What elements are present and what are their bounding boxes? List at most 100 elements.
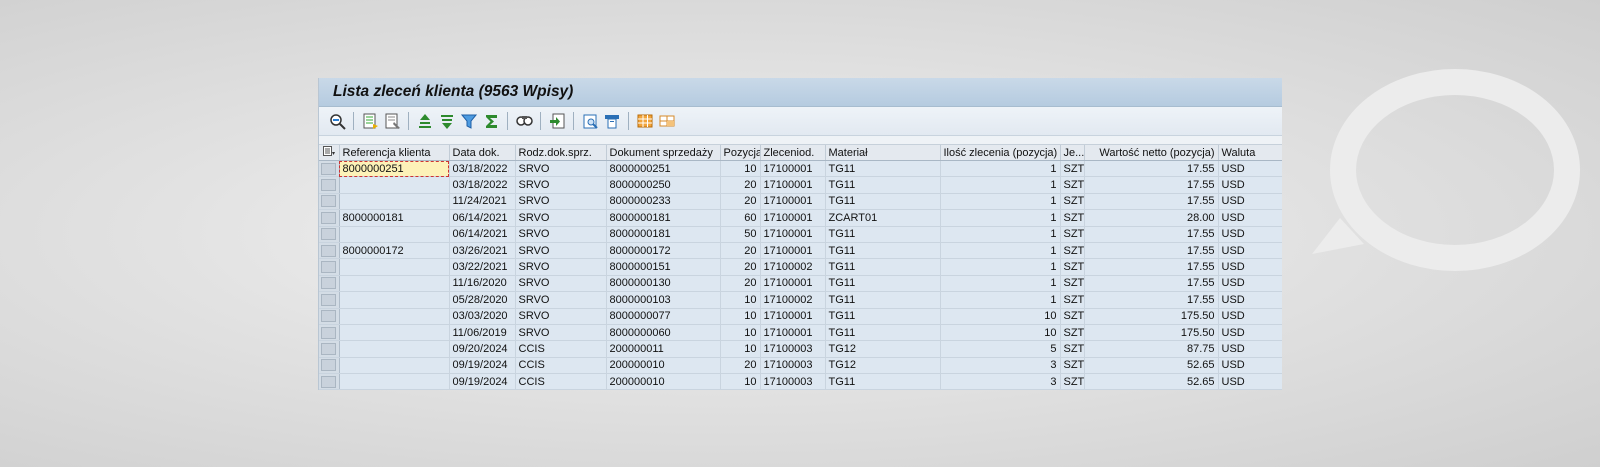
- table-cell[interactable]: TG11: [825, 176, 941, 194]
- table-cell[interactable]: 1: [940, 209, 1061, 227]
- table-cell[interactable]: CCIS: [515, 357, 607, 375]
- table-cell[interactable]: 1: [940, 291, 1061, 309]
- column-header[interactable]: Waluta: [1218, 145, 1282, 161]
- table-cell[interactable]: SZT: [1060, 373, 1085, 390]
- table-cell[interactable]: TG11: [825, 324, 941, 342]
- table-cell[interactable]: 1: [940, 193, 1061, 211]
- table-cell[interactable]: 20: [720, 193, 761, 211]
- table-cell[interactable]: 17100002: [760, 258, 826, 276]
- table-cell[interactable]: 8000000251: [606, 160, 721, 178]
- table-cell[interactable]: 11/24/2021: [449, 193, 516, 211]
- table-cell[interactable]: [339, 308, 450, 325]
- column-header[interactable]: Data dok.: [449, 145, 516, 161]
- table-cell[interactable]: 17100003: [760, 340, 826, 358]
- details-icon[interactable]: [327, 112, 346, 131]
- table-cell[interactable]: 17.55: [1084, 160, 1219, 178]
- table-cell[interactable]: 8000000151: [606, 258, 721, 276]
- table-cell[interactable]: [339, 226, 450, 243]
- table-cell[interactable]: USD: [1218, 176, 1282, 194]
- table-cell[interactable]: 60: [720, 209, 761, 227]
- column-header[interactable]: Ilość zlecenia (pozycja): [940, 145, 1061, 161]
- row-selector[interactable]: [319, 275, 340, 293]
- table-cell[interactable]: USD: [1218, 193, 1282, 211]
- column-header[interactable]: Materiał: [825, 145, 941, 161]
- table-cell[interactable]: 10: [720, 291, 761, 309]
- table-cell[interactable]: SZT: [1060, 340, 1085, 358]
- abc-analysis-icon[interactable]: [657, 112, 676, 131]
- table-row[interactable]: 06/14/2021 SRVO 8000000181 50 17100001 TG11 1 S…: [319, 226, 1282, 243]
- table-cell[interactable]: SZT: [1060, 242, 1085, 260]
- table-cell[interactable]: 09/20/2024: [449, 340, 516, 358]
- table-cell[interactable]: 8000000103: [606, 291, 721, 309]
- table-cell[interactable]: TG11: [825, 160, 941, 178]
- table-cell[interactable]: TG11: [825, 226, 941, 243]
- table-cell[interactable]: [339, 373, 450, 390]
- table-cell[interactable]: SZT: [1060, 258, 1085, 276]
- column-header[interactable]: Zleceniod.: [760, 145, 826, 161]
- table-cell[interactable]: SZT: [1060, 291, 1085, 309]
- table-cell[interactable]: SZT: [1060, 209, 1085, 227]
- sort-descending-icon[interactable]: [437, 112, 456, 131]
- column-header[interactable]: Je...: [1060, 145, 1085, 161]
- spreadsheet-view-icon[interactable]: [635, 112, 654, 131]
- column-header[interactable]: Referencja klienta: [339, 145, 450, 161]
- table-row[interactable]: 11/24/2021 SRVO 8000000233 20 17100001 TG11 1 S…: [319, 193, 1282, 211]
- table-cell[interactable]: SRVO: [515, 275, 607, 293]
- table-cell[interactable]: 06/14/2021: [449, 226, 516, 243]
- table-cell[interactable]: TG11: [825, 373, 941, 390]
- table-cell[interactable]: 8000000060: [606, 324, 721, 342]
- table-cell[interactable]: 200000010: [606, 357, 721, 375]
- table-cell[interactable]: 8000000130: [606, 275, 721, 293]
- table-cell[interactable]: TG11: [825, 258, 941, 276]
- table-cell[interactable]: SRVO: [515, 291, 607, 309]
- table-cell[interactable]: 03/18/2022: [449, 160, 516, 178]
- table-cell[interactable]: [339, 324, 450, 342]
- table-cell[interactable]: 09/19/2024: [449, 357, 516, 375]
- table-cell[interactable]: SRVO: [515, 258, 607, 276]
- table-cell[interactable]: 17.55: [1084, 176, 1219, 194]
- table-cell[interactable]: [339, 176, 450, 194]
- table-cell[interactable]: 10: [940, 308, 1061, 325]
- row-selector[interactable]: [319, 258, 340, 276]
- table-cell[interactable]: SRVO: [515, 193, 607, 211]
- table-cell[interactable]: SZT: [1060, 308, 1085, 325]
- table-row[interactable]: 03/18/2022 SRVO 8000000250 20 17100001 TG11 1 S…: [319, 176, 1282, 194]
- table-cell[interactable]: TG11: [825, 193, 941, 211]
- table-row[interactable]: 8000000251 03/18/2022 SRVO 8000000251 10 1710…: [319, 160, 1282, 178]
- table-cell[interactable]: TG12: [825, 340, 941, 358]
- table-cell[interactable]: 8000000250: [606, 176, 721, 194]
- table-cell[interactable]: USD: [1218, 324, 1282, 342]
- sort-ascending-icon[interactable]: [415, 112, 434, 131]
- table-cell[interactable]: [339, 258, 450, 276]
- table-cell[interactable]: TG11: [825, 242, 941, 260]
- table-cell[interactable]: 8000000181: [339, 209, 450, 227]
- table-cell[interactable]: TG12: [825, 357, 941, 375]
- table-cell[interactable]: 8000000077: [606, 308, 721, 325]
- row-selector[interactable]: [319, 340, 340, 358]
- table-cell[interactable]: 20: [720, 258, 761, 276]
- print-icon[interactable]: [602, 112, 621, 131]
- table-cell[interactable]: 17100002: [760, 291, 826, 309]
- table-cell[interactable]: 8000000181: [606, 226, 721, 243]
- table-cell[interactable]: SRVO: [515, 226, 607, 243]
- table-cell[interactable]: 10: [720, 324, 761, 342]
- row-selector[interactable]: [319, 193, 340, 211]
- table-cell[interactable]: SRVO: [515, 209, 607, 227]
- table-cell[interactable]: 8000000181: [606, 209, 721, 227]
- table-cell[interactable]: 03/03/2020: [449, 308, 516, 325]
- table-cell[interactable]: 5: [940, 340, 1061, 358]
- row-selector[interactable]: [319, 357, 340, 375]
- table-cell[interactable]: 11/16/2020: [449, 275, 516, 293]
- table-cell[interactable]: 03/26/2021: [449, 242, 516, 260]
- table-cell[interactable]: USD: [1218, 373, 1282, 390]
- column-header[interactable]: Pozycja: [720, 145, 761, 161]
- table-cell[interactable]: 17.55: [1084, 275, 1219, 293]
- table-cell[interactable]: 10: [720, 308, 761, 325]
- select-layout-icon[interactable]: [360, 112, 379, 131]
- table-cell[interactable]: 20: [720, 275, 761, 293]
- row-selector[interactable]: [319, 176, 340, 194]
- table-row[interactable]: 8000000181 06/14/2021 SRVO 8000000181 60 1710…: [319, 209, 1282, 227]
- table-cell[interactable]: USD: [1218, 160, 1282, 178]
- table-cell[interactable]: SZT: [1060, 160, 1085, 178]
- change-layout-icon[interactable]: [382, 112, 401, 131]
